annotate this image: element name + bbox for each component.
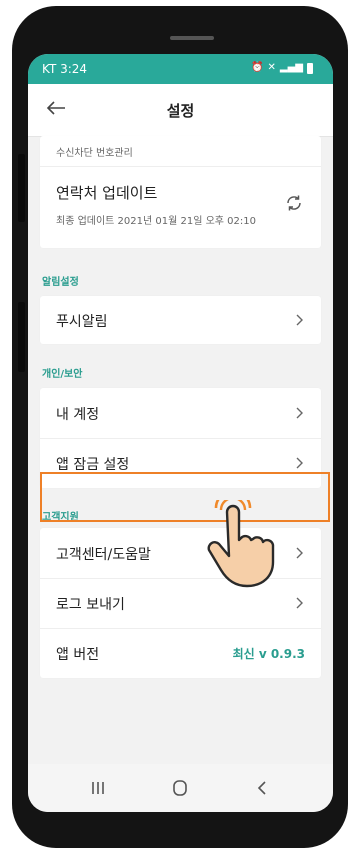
back-nav-icon[interactable]	[252, 778, 272, 798]
push-notification-row[interactable]: 푸시알림	[40, 296, 321, 344]
power-button	[18, 302, 25, 372]
highlight-box	[40, 472, 330, 522]
page-title: 설정	[166, 102, 195, 120]
recent-apps-icon[interactable]	[88, 778, 108, 798]
battery-icon	[307, 62, 313, 74]
help-center-label: 고객센터/도움말	[56, 547, 151, 563]
app-version-label: 앱 버전	[56, 647, 100, 663]
contacts-update-timestamp: 최종 업데이트 2021년 01월 21일 오후 02:10	[56, 216, 256, 227]
contacts-update-label: 연락처 업데이트	[56, 184, 158, 202]
phone-screen: KT 3:24 ⏰ ✕ ▂▄▆ 설정 수신차단 번호관리 연락처 업데이트 최종…	[28, 54, 333, 812]
mute-icon: ✕	[267, 62, 276, 73]
system-nav-bar	[28, 764, 333, 812]
contacts-card: 수신차단 번호관리 연락처 업데이트 최종 업데이트 2021년 01월 21일…	[40, 136, 321, 248]
help-center-row[interactable]: 고객센터/도움말	[40, 528, 321, 578]
chevron-right-icon	[296, 314, 303, 326]
pointing-hand-icon	[207, 500, 275, 588]
alarm-icon: ⏰	[251, 62, 264, 73]
app-bar: 설정	[28, 84, 333, 137]
app-lock-label: 앱 잠금 설정	[56, 457, 130, 473]
notifications-card: 푸시알림	[40, 296, 321, 344]
chevron-right-icon	[296, 547, 303, 559]
blocked-numbers-label[interactable]: 수신차단 번호관리	[56, 144, 133, 159]
refresh-icon[interactable]	[283, 192, 305, 214]
support-card: 고객센터/도움말 로그 보내기 앱 버전 최신 v 0.9.3	[40, 528, 321, 678]
section-title-notifications: 알림설정	[42, 277, 79, 288]
speaker-grill	[170, 36, 214, 40]
my-account-row[interactable]: 내 계정	[40, 388, 321, 438]
my-account-label: 내 계정	[56, 407, 100, 423]
carrier-time: KT 3:24	[42, 62, 88, 76]
status-bar: KT 3:24 ⏰ ✕ ▂▄▆	[28, 54, 333, 84]
section-title-privacy: 개인/보안	[42, 369, 83, 380]
chevron-right-icon	[296, 457, 303, 469]
status-icons: ⏰ ✕ ▂▄▆	[251, 61, 313, 75]
send-log-label: 로그 보내기	[56, 597, 125, 613]
signal-icon: ▂▄▆	[279, 62, 303, 73]
app-version-value: 최신 v 0.9.3	[232, 647, 305, 661]
chevron-right-icon	[296, 597, 303, 609]
volume-button	[18, 154, 25, 222]
send-log-row[interactable]: 로그 보내기	[40, 578, 321, 628]
push-notification-label: 푸시알림	[56, 314, 108, 330]
app-version-row: 앱 버전 최신 v 0.9.3	[40, 628, 321, 678]
home-icon[interactable]	[170, 778, 190, 798]
contacts-update-row[interactable]: 연락처 업데이트 최종 업데이트 2021년 01월 21일 오후 02:10	[40, 166, 321, 248]
chevron-right-icon	[296, 407, 303, 419]
